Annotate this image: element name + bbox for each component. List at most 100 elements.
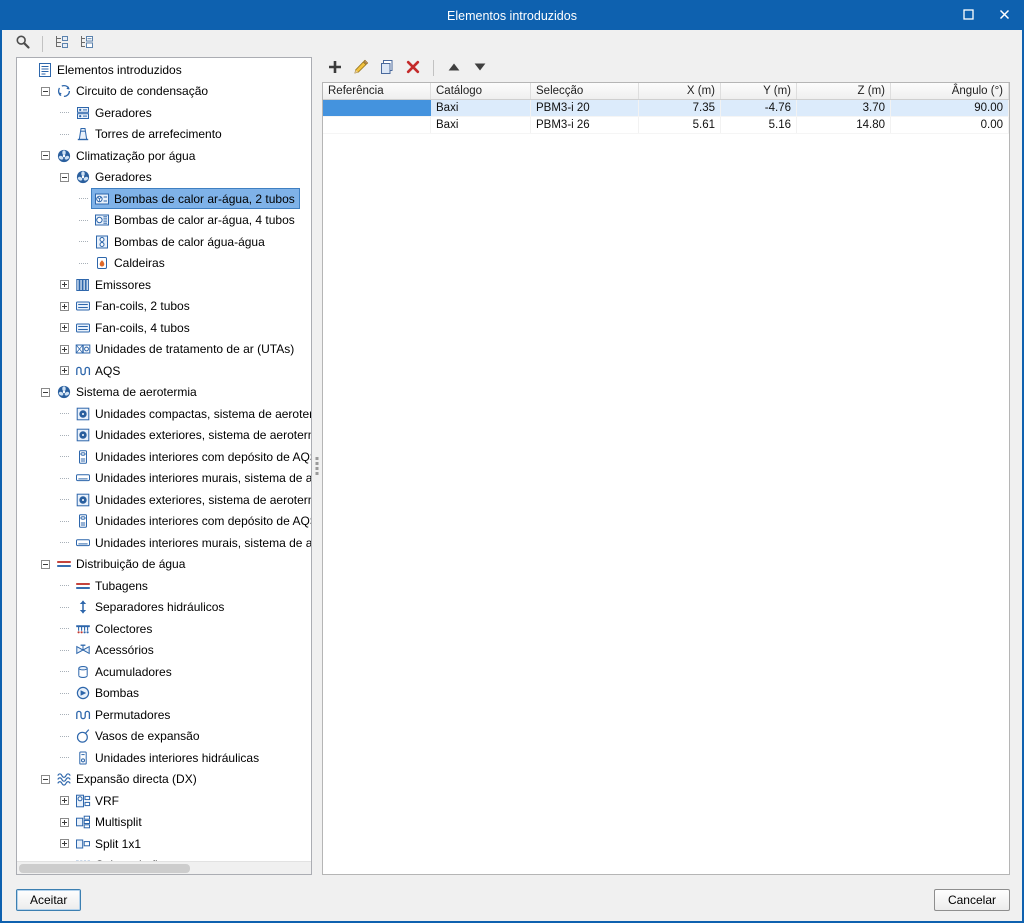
column-header[interactable]: Referência bbox=[323, 83, 431, 99]
tree-item-label: Unidades exteriores, sistema de aeroterm… bbox=[95, 428, 311, 443]
tree-item[interactable]: Colectores bbox=[17, 618, 311, 640]
expand-box[interactable] bbox=[59, 344, 70, 354]
tree-item[interactable]: Unidades interiores murais, sistema de a… bbox=[17, 468, 311, 490]
tree-horizontal-scrollbar[interactable] bbox=[17, 861, 311, 874]
tree-item[interactable]: Fan-coils, 2 tubos bbox=[17, 296, 311, 318]
table-row[interactable]: Baxi PBM3-i 20 7.35 -4.76 3.70 90.00 bbox=[323, 100, 1009, 117]
collapse-all-button[interactable] bbox=[51, 33, 73, 55]
expand-box[interactable] bbox=[59, 796, 70, 806]
tree-item[interactable]: Geradores bbox=[17, 167, 311, 189]
collapse-box[interactable] bbox=[40, 151, 51, 161]
collapse-box[interactable] bbox=[40, 559, 51, 569]
cell-referencia[interactable] bbox=[323, 100, 431, 116]
close-button[interactable] bbox=[986, 2, 1022, 30]
tree-item[interactable]: AQS bbox=[17, 360, 311, 382]
collapse-box[interactable] bbox=[59, 172, 70, 182]
tree-item[interactable]: Unidades interiores com depósito de AQS,… bbox=[17, 511, 311, 533]
expand-all-button[interactable] bbox=[76, 33, 98, 55]
delete-button[interactable] bbox=[402, 57, 424, 79]
tree-item[interactable]: Sistema de aerotermia bbox=[17, 382, 311, 404]
tree-item[interactable]: Emissores bbox=[17, 274, 311, 296]
hydraulic-separator-icon bbox=[74, 599, 91, 616]
tree-item[interactable]: Split 1x1 bbox=[17, 833, 311, 855]
expand-box[interactable] bbox=[59, 280, 70, 290]
copy-button[interactable] bbox=[376, 57, 398, 79]
collapse-box[interactable] bbox=[40, 387, 51, 397]
tree-item[interactable]: Bombas bbox=[17, 683, 311, 705]
column-header[interactable]: Y (m) bbox=[721, 83, 797, 99]
tree-item[interactable]: VRF bbox=[17, 790, 311, 812]
column-header[interactable]: Z (m) bbox=[797, 83, 891, 99]
tree-item[interactable]: Separadores hidráulicos bbox=[17, 597, 311, 619]
cell-z[interactable]: 14.80 bbox=[797, 117, 891, 133]
tree-item[interactable]: Unidades de tratamento de ar (UTAs) bbox=[17, 339, 311, 361]
expand-box[interactable] bbox=[59, 839, 70, 849]
tree-item[interactable]: Unidades interiores hidráulicas bbox=[17, 747, 311, 769]
expand-box[interactable] bbox=[59, 323, 70, 333]
tree-item[interactable]: Unidades interiores com depósito de AQS,… bbox=[17, 446, 311, 468]
cell-x[interactable]: 5.61 bbox=[639, 117, 721, 133]
aqs-coil-icon bbox=[74, 362, 91, 379]
tree-item[interactable]: Caldeiras bbox=[17, 253, 311, 275]
cell-x[interactable]: 7.35 bbox=[639, 100, 721, 116]
maximize-button[interactable] bbox=[950, 2, 986, 30]
column-header[interactable]: Selecção bbox=[531, 83, 639, 99]
tree-item[interactable]: Unidades compactas, sistema de aerotermi… bbox=[17, 403, 311, 425]
collapse-box[interactable] bbox=[40, 774, 51, 784]
tree-item[interactable]: Permutadores bbox=[17, 704, 311, 726]
tree-item[interactable]: Acessórios bbox=[17, 640, 311, 662]
close-icon bbox=[999, 9, 1010, 23]
elements-table-panel: Referência Catálogo Selecção X (m) Y (m) Z (m… bbox=[322, 82, 1010, 875]
tree-item[interactable]: Unidades exteriores, sistema de aeroterm… bbox=[17, 489, 311, 511]
tree-item[interactable]: Multisplit bbox=[17, 812, 311, 834]
add-button[interactable] bbox=[324, 57, 346, 79]
tree-item[interactable]: Elementos introduzidos bbox=[17, 59, 311, 81]
cell-z[interactable]: 3.70 bbox=[797, 100, 891, 116]
collapse-box[interactable] bbox=[40, 86, 51, 96]
tree-item[interactable]: Tubagens bbox=[17, 575, 311, 597]
cell-referencia[interactable] bbox=[323, 117, 431, 133]
tree-item[interactable]: Acumuladores bbox=[17, 661, 311, 683]
cell-catalogo[interactable]: Baxi bbox=[431, 117, 531, 133]
tree-item[interactable]: Bombas de calor ar-água, 2 tubos bbox=[17, 188, 311, 210]
accept-button[interactable]: Aceitar bbox=[16, 889, 82, 911]
tree-item[interactable]: Bombas de calor água-água bbox=[17, 231, 311, 253]
tree-item[interactable]: Bombas de calor ar-água, 4 tubos bbox=[17, 210, 311, 232]
expand-box[interactable] bbox=[59, 817, 70, 827]
cancel-button[interactable]: Cancelar bbox=[933, 889, 1010, 911]
tree-item[interactable]: Expansão directa (DX) bbox=[17, 769, 311, 791]
tree-item-label: Torres de arrefecimento bbox=[95, 127, 222, 142]
tree-item-label: Geradores bbox=[95, 105, 152, 120]
edit-button[interactable] bbox=[350, 57, 372, 79]
table-row[interactable]: Baxi PBM3-i 26 5.61 5.16 14.80 0.00 bbox=[323, 117, 1009, 134]
tree-item[interactable]: Climatização por água bbox=[17, 145, 311, 167]
expand-box[interactable] bbox=[59, 366, 70, 376]
cell-angulo[interactable]: 0.00 bbox=[891, 117, 1009, 133]
titlebar[interactable]: Elementos introduzidos bbox=[2, 2, 1022, 30]
tree-item[interactable]: Vasos de expansão bbox=[17, 726, 311, 748]
column-header[interactable]: Ângulo (°) bbox=[891, 83, 1009, 99]
cell-seleccao[interactable]: PBM3-i 26 bbox=[531, 117, 639, 133]
cell-y[interactable]: 5.16 bbox=[721, 117, 797, 133]
tree-item[interactable]: Unidades exteriores, sistema de aeroterm… bbox=[17, 425, 311, 447]
expand-box[interactable] bbox=[59, 301, 70, 311]
scrollbar-thumb[interactable] bbox=[19, 864, 190, 873]
column-header[interactable]: Catálogo bbox=[431, 83, 531, 99]
cell-catalogo[interactable]: Baxi bbox=[431, 100, 531, 116]
content-area: Elementos introduzidos Circuito de conden… bbox=[2, 57, 1022, 881]
cell-seleccao[interactable]: PBM3-i 20 bbox=[531, 100, 639, 116]
panel-splitter[interactable] bbox=[312, 57, 322, 875]
cell-angulo[interactable]: 90.00 bbox=[891, 100, 1009, 116]
tree-item[interactable]: Circuito de condensação bbox=[17, 81, 311, 103]
move-up-button[interactable] bbox=[443, 57, 465, 79]
move-down-button[interactable] bbox=[469, 57, 491, 79]
tree-item[interactable]: Torres de arrefecimento bbox=[17, 124, 311, 146]
tree-item[interactable]: Unidades interiores murais, sistema de a… bbox=[17, 532, 311, 554]
cell-y[interactable]: -4.76 bbox=[721, 100, 797, 116]
search-button[interactable] bbox=[12, 33, 34, 55]
tree-item[interactable]: Fan-coils, 4 tubos bbox=[17, 317, 311, 339]
tree-connector bbox=[59, 735, 70, 737]
column-header[interactable]: X (m) bbox=[639, 83, 721, 99]
tree-item[interactable]: Geradores bbox=[17, 102, 311, 124]
tree-item[interactable]: Distribuição de água bbox=[17, 554, 311, 576]
